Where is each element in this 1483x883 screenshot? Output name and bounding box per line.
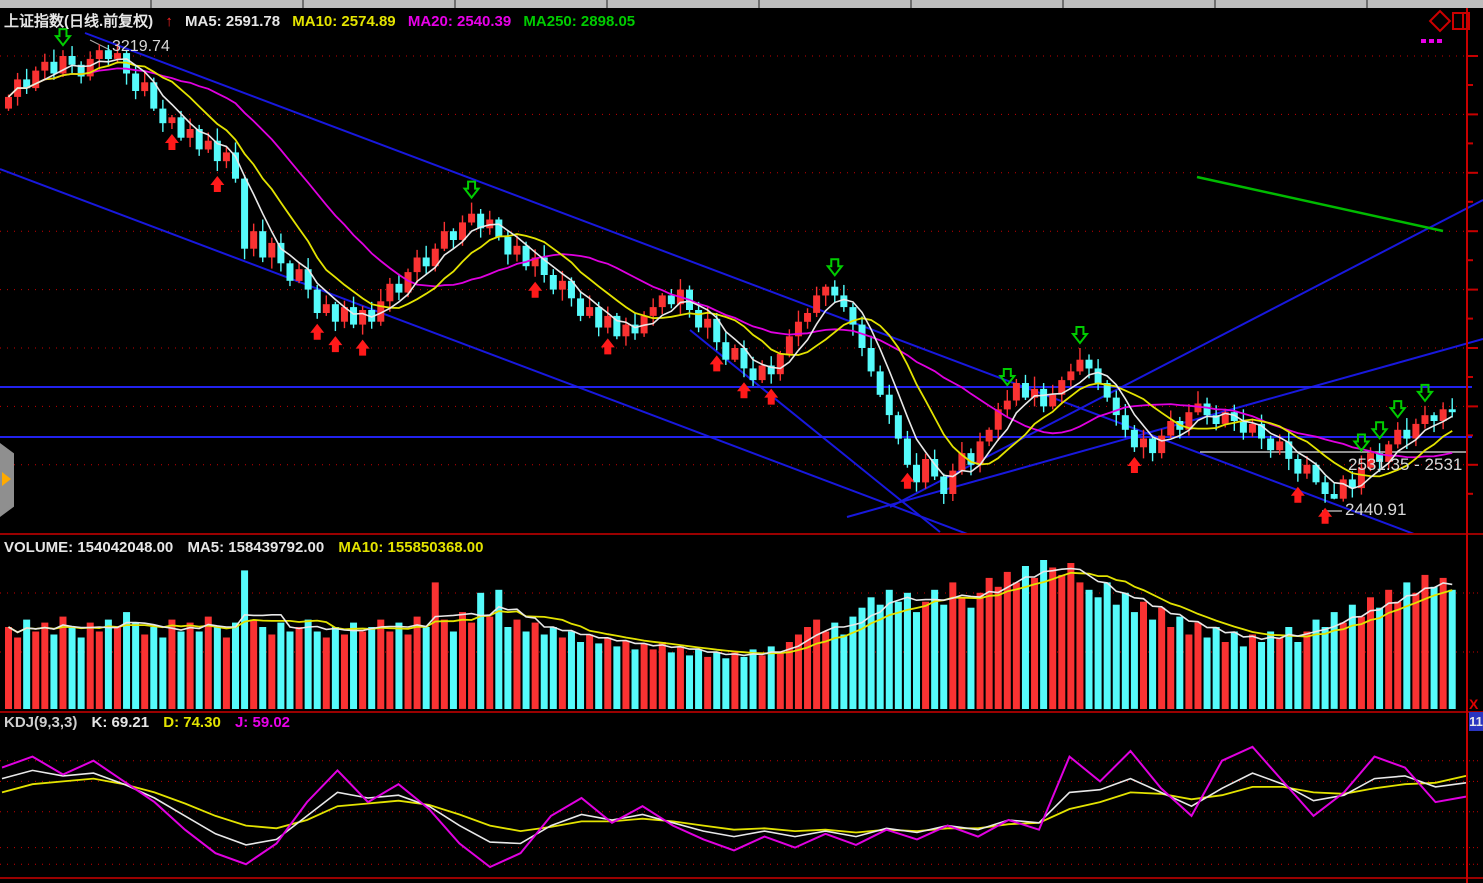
low-price-label: 2440.91 bbox=[1345, 500, 1406, 520]
ma5-legend: MA5: 2591.78 bbox=[185, 13, 280, 30]
kdj-k-label: K: 69.21 bbox=[92, 714, 150, 731]
volume-ma10-label: MA10: 155850368.00 bbox=[338, 539, 483, 556]
kdj-title[interactable]: KDJ(9,3,3) bbox=[4, 714, 77, 731]
kdj-j-label: J: 59.02 bbox=[235, 714, 290, 731]
ma250-legend: MA250: 2898.05 bbox=[523, 13, 635, 30]
split-window-icon[interactable] bbox=[1452, 12, 1470, 30]
ma10-legend: MA10: 2574.89 bbox=[292, 13, 395, 30]
sidebar-expand-handle[interactable] bbox=[0, 443, 14, 517]
volume-value-label: VOLUME: 154042048.00 bbox=[4, 539, 173, 556]
up-arrow-icon: ↑ bbox=[165, 13, 173, 30]
close-indicator-icon[interactable]: X bbox=[1469, 696, 1478, 712]
kdj-header: KDJ(9,3,3) K: 69.21 D: 74.30 J: 59.02 bbox=[4, 714, 300, 731]
more-options-icon[interactable] bbox=[1421, 30, 1447, 34]
volume-header: VOLUME: 154042048.00 MA5: 158439792.00 M… bbox=[4, 539, 493, 556]
trading-app-window: 上证指数(日线.前复权) ↑ MA5: 2591.78 MA10: 2574.8… bbox=[0, 0, 1483, 883]
chart-canvas[interactable] bbox=[0, 0, 1483, 883]
expand-arrow-icon bbox=[2, 472, 11, 486]
period-badge[interactable]: 11 bbox=[1469, 712, 1483, 731]
kdj-d-label: D: 74.30 bbox=[163, 714, 221, 731]
peak-price-label: 3219.74 bbox=[112, 38, 170, 56]
volume-ma5-label: MA5: 158439792.00 bbox=[187, 539, 324, 556]
instrument-title[interactable]: 上证指数(日线.前复权) bbox=[4, 13, 153, 30]
ma20-legend: MA20: 2540.39 bbox=[408, 13, 511, 30]
main-chart-header: 上证指数(日线.前复权) ↑ MA5: 2591.78 MA10: 2574.8… bbox=[4, 10, 643, 31]
current-price-label: 2531.35 - 2531 bbox=[1348, 455, 1462, 475]
